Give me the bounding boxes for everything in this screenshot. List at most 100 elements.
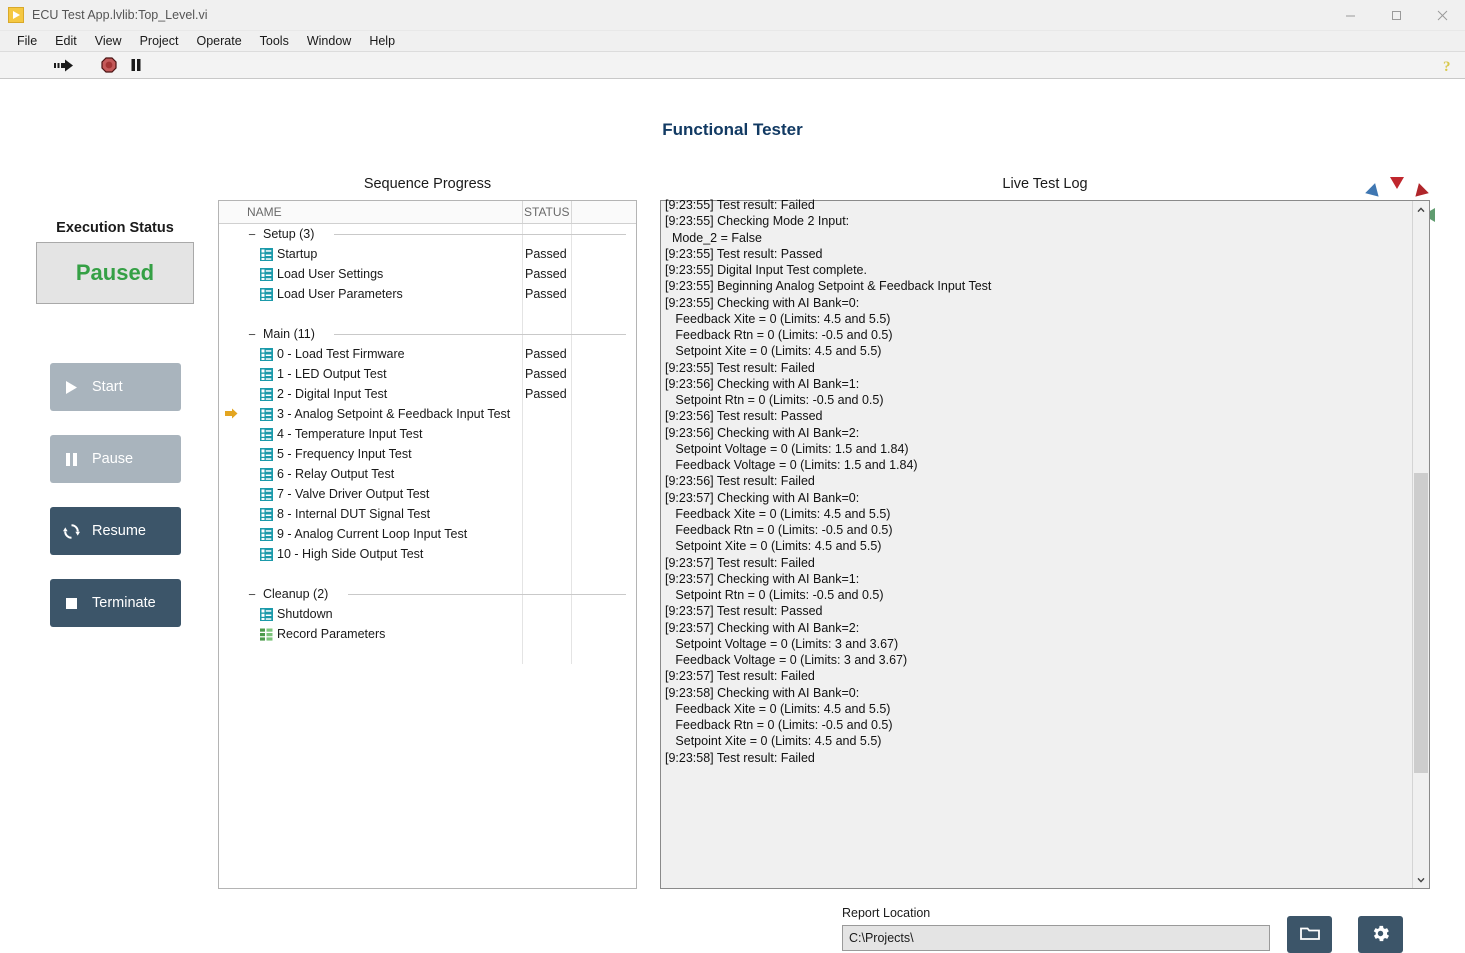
table-row[interactable]: 2 - Digital Input Test Passed <box>219 384 636 404</box>
column-divider-1 <box>522 201 523 223</box>
menu-help[interactable]: Help <box>360 32 404 50</box>
menu-window[interactable]: Window <box>298 32 360 50</box>
step-label: Load User Parameters <box>277 287 403 301</box>
log-line: [9:23:58] Checking with AI Bank=0: <box>665 685 860 700</box>
sequence-step-icon <box>260 547 273 561</box>
group-rule <box>334 334 626 335</box>
menu-view[interactable]: View <box>86 32 131 50</box>
abort-icon[interactable] <box>98 54 120 76</box>
run-arrow-icon[interactable] <box>52 54 76 76</box>
sequence-step-icon <box>260 467 273 481</box>
log-line: Mode_2 = False <box>665 230 762 245</box>
menu-operate[interactable]: Operate <box>187 32 250 50</box>
log-text-area[interactable]: [9:23:55] Test result: Failed [9:23:55] C… <box>661 195 1412 888</box>
sequence-step-icon <box>260 287 273 301</box>
table-row[interactable] <box>219 564 636 584</box>
resume-button[interactable]: Resume <box>50 507 181 555</box>
resume-button-label: Resume <box>92 523 146 539</box>
status-badge: Passed <box>525 347 567 361</box>
stop-icon <box>50 597 92 610</box>
folder-icon <box>1299 925 1320 944</box>
log-line: Setpoint Rtn = 0 (Limits: -0.5 and 0.5) <box>665 393 884 407</box>
log-scrollbar[interactable] <box>1412 201 1429 888</box>
table-row[interactable]: 3 - Analog Setpoint & Feedback Input Tes… <box>219 404 636 424</box>
execution-status-value: Paused <box>75 260 155 285</box>
table-row[interactable]: 9 - Analog Current Loop Input Test <box>219 524 636 544</box>
log-line: Feedback Xite = 0 (Limits: 4.5 and 5.5) <box>665 311 891 326</box>
table-row[interactable]: 4 - Temperature Input Test <box>219 424 636 444</box>
log-line: Setpoint Xite = 0 (Limits: 4.5 and 5.5) <box>665 734 882 749</box>
step-label: 8 - Internal DUT Signal Test <box>277 507 431 521</box>
group-collapse-toggle[interactable]: − <box>246 588 258 601</box>
terminate-button-label: Terminate <box>92 595 156 611</box>
step-label: 7 - Valve Driver Output Test <box>277 487 430 501</box>
log-line: [9:23:57] Checking with AI Bank=0: <box>665 490 860 505</box>
pause-button[interactable]: Pause <box>50 435 181 483</box>
table-row[interactable]: − Setup (3) <box>219 224 636 244</box>
pause-icon[interactable] <box>126 54 146 76</box>
scroll-down-icon[interactable] <box>1413 871 1429 888</box>
log-line: [9:23:55] Test result: Passed <box>665 246 823 261</box>
start-button-label: Start <box>92 379 123 395</box>
status-badge: Passed <box>525 287 567 301</box>
menu-project[interactable]: Project <box>131 32 188 50</box>
log-line: [9:23:57] Test result: Failed <box>665 669 815 684</box>
table-row[interactable]: − Main (11) <box>219 324 636 344</box>
pause-button-label: Pause <box>92 451 134 467</box>
table-row[interactable]: Shutdown <box>219 604 636 624</box>
menu-file[interactable]: File <box>8 32 46 50</box>
sequence-step-icon <box>260 367 273 381</box>
refresh-icon <box>50 523 92 540</box>
maximize-button[interactable] <box>1373 0 1419 31</box>
table-row[interactable]: 6 - Relay Output Test <box>219 464 636 484</box>
table-row[interactable]: Load User Settings Passed <box>219 264 636 284</box>
table-row[interactable]: 0 - Load Test Firmware Passed <box>219 344 636 364</box>
sequence-step-icon <box>260 387 273 401</box>
table-row[interactable]: 1 - LED Output Test Passed <box>219 364 636 384</box>
log-line: [9:23:55] Digital Input Test complete. <box>665 263 867 277</box>
menu-edit[interactable]: Edit <box>46 32 86 50</box>
menu-tools[interactable]: Tools <box>251 32 298 50</box>
live-test-log-heading: Live Test Log <box>1002 176 1088 192</box>
table-row[interactable]: Record Parameters <box>219 624 636 644</box>
start-button[interactable]: Start <box>50 363 181 411</box>
page-title: Functional Tester <box>662 120 803 139</box>
log-line: [9:23:57] Test result: Failed <box>665 555 815 570</box>
terminate-button[interactable]: Terminate <box>50 579 181 627</box>
table-row[interactable]: Startup Passed <box>219 244 636 264</box>
table-row[interactable]: Load User Parameters Passed <box>219 284 636 304</box>
log-line: [9:23:55] Beginning Analog Setpoint & Fe… <box>665 279 992 294</box>
sequence-tree[interactable]: − Setup (3) Startup Passed Load User Setting… <box>219 224 636 888</box>
scroll-up-icon[interactable] <box>1413 201 1429 218</box>
scrollbar-thumb[interactable] <box>1414 473 1428 773</box>
close-button[interactable] <box>1419 0 1465 31</box>
table-row[interactable]: − Cleanup (2) <box>219 584 636 604</box>
table-row[interactable]: 7 - Valve Driver Output Test <box>219 484 636 504</box>
sequence-step-icon <box>260 407 273 421</box>
log-line: [9:23:55] Test result: Failed <box>665 360 815 375</box>
sequence-step-icon <box>260 267 273 281</box>
group-label: Setup (3) <box>263 227 315 241</box>
table-row[interactable]: 10 - High Side Output Test <box>219 544 636 564</box>
execution-status-label: Execution Status <box>56 220 174 236</box>
step-label: 2 - Digital Input Test <box>277 387 388 401</box>
browse-folder-button[interactable] <box>1287 916 1332 953</box>
group-collapse-toggle[interactable]: − <box>246 328 258 341</box>
window-controls <box>1327 0 1465 31</box>
sequence-step-icon <box>260 427 273 441</box>
table-row[interactable] <box>219 304 636 324</box>
log-line: Feedback Rtn = 0 (Limits: -0.5 and 0.5) <box>665 328 893 342</box>
table-row[interactable] <box>219 644 636 664</box>
help-icon[interactable]: ? <box>1437 54 1459 76</box>
table-row[interactable]: 5 - Frequency Input Test <box>219 444 636 464</box>
log-line: [9:23:56] Test result: Failed <box>665 474 815 489</box>
step-label: 5 - Frequency Input Test <box>277 447 412 461</box>
settings-button[interactable] <box>1358 916 1403 953</box>
group-collapse-toggle[interactable]: − <box>246 228 258 241</box>
log-line: [9:23:57] Test result: Passed <box>665 604 823 619</box>
minimize-button[interactable] <box>1327 0 1373 31</box>
table-row[interactable]: 8 - Internal DUT Signal Test <box>219 504 636 524</box>
gear-icon <box>1370 923 1391 947</box>
log-line: Feedback Xite = 0 (Limits: 4.5 and 5.5) <box>665 506 891 521</box>
report-location-input[interactable] <box>842 925 1270 951</box>
